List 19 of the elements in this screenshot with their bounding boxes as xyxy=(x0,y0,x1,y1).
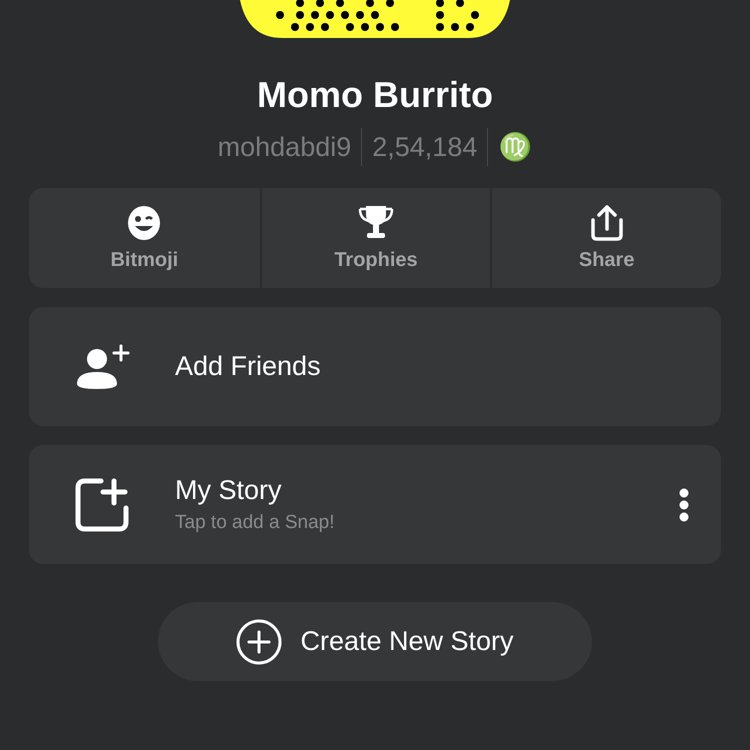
display-name: Momo Burrito xyxy=(257,74,493,116)
bitmoji-button[interactable]: Bitmoji xyxy=(29,188,260,288)
plus-circle-icon xyxy=(236,618,282,664)
my-story-subtitle: Tap to add a Snap! xyxy=(175,512,336,534)
add-friends-label: Add Friends xyxy=(175,351,321,382)
share-button[interactable]: Share xyxy=(490,188,721,288)
username: mohdabdi9 xyxy=(216,132,352,162)
my-story-title: My Story xyxy=(175,475,283,506)
add-friends-row[interactable]: Add Friends xyxy=(29,307,721,426)
trophies-button[interactable]: Trophies xyxy=(260,188,490,288)
zodiac-sign: ♍ xyxy=(497,131,534,163)
add-story-icon xyxy=(75,478,129,532)
my-story-row[interactable]: My Story Tap to add a Snap! xyxy=(29,445,721,564)
smiley-face-icon xyxy=(126,204,162,240)
more-options-icon[interactable] xyxy=(679,488,689,522)
snap-score: 2,54,184 xyxy=(371,132,478,162)
create-new-story-button[interactable]: Create New Story xyxy=(158,602,592,681)
add-person-icon xyxy=(75,344,131,390)
share-icon xyxy=(590,204,624,240)
